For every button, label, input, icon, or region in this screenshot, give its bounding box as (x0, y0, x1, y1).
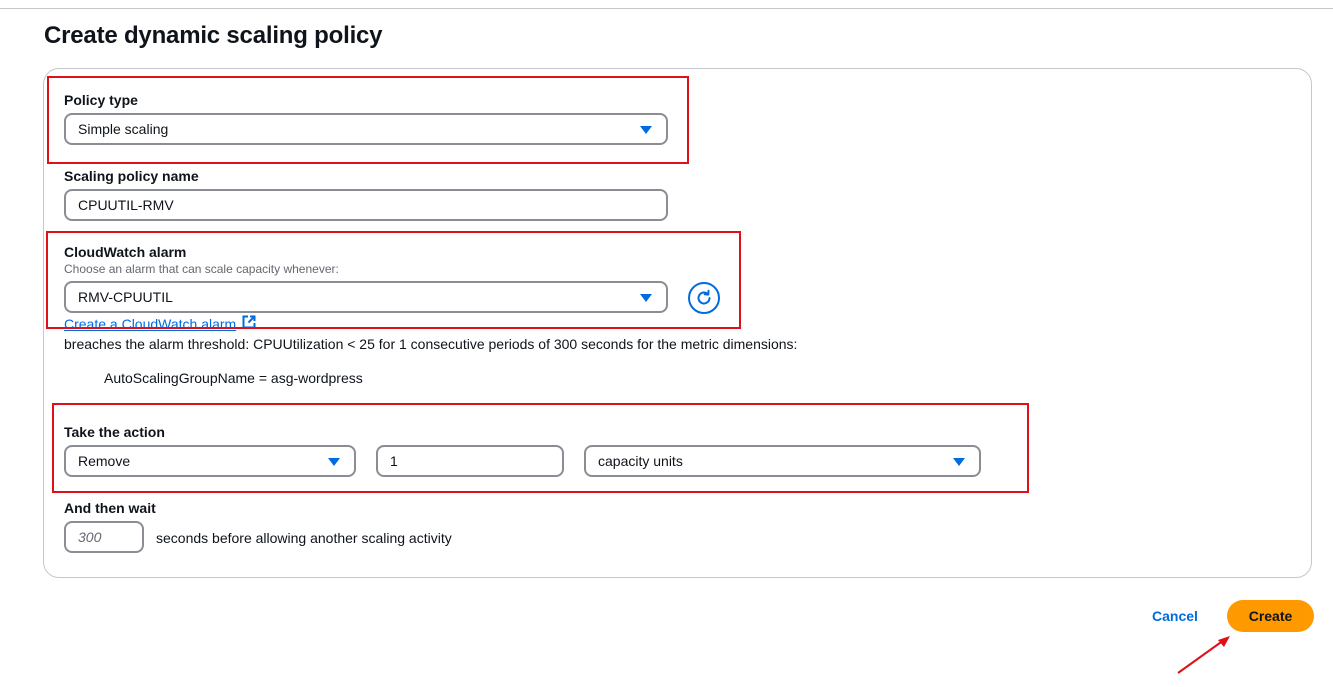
alarm-dimension: AutoScalingGroupName = asg-wordpress (104, 370, 363, 386)
policy-name-input[interactable]: CPUUTIL-RMV (64, 189, 668, 221)
policy-name-label: Scaling policy name (64, 168, 199, 184)
take-action-label: Take the action (64, 424, 165, 440)
annotation-arrow-icon (1177, 636, 1230, 674)
cloudwatch-alarm-label: CloudWatch alarm (64, 244, 187, 260)
create-cloudwatch-alarm-link[interactable]: Create a CloudWatch alarm (64, 316, 236, 332)
wait-seconds-input[interactable]: 300 (64, 521, 144, 553)
refresh-alarms-button[interactable] (688, 282, 720, 314)
caret-down-icon (328, 458, 340, 466)
action-operation-select[interactable]: Remove (64, 445, 356, 477)
action-unit-select[interactable]: capacity units (584, 445, 981, 477)
action-unit-value: capacity units (598, 453, 683, 469)
wait-label: And then wait (64, 500, 156, 516)
caret-down-icon (640, 294, 652, 302)
page-title: Create dynamic scaling policy (44, 22, 383, 49)
policy-type-label: Policy type (64, 92, 138, 108)
alarm-breach-description: breaches the alarm threshold: CPUUtiliza… (64, 336, 798, 352)
create-button[interactable]: Create (1227, 600, 1314, 632)
wait-suffix: seconds before allowing another scaling … (156, 530, 452, 546)
action-operation-value: Remove (78, 453, 131, 469)
caret-down-icon (640, 126, 652, 134)
action-amount-input[interactable]: 1 (376, 445, 564, 477)
policy-type-select[interactable]: Simple scaling (64, 113, 668, 145)
external-link-icon[interactable] (242, 315, 256, 329)
top-divider (0, 8, 1333, 9)
cloudwatch-alarm-value: RMV-CPUUTIL (78, 289, 173, 305)
cloudwatch-alarm-select[interactable]: RMV-CPUUTIL (64, 281, 668, 313)
cancel-button[interactable]: Cancel (1140, 602, 1210, 630)
policy-type-value: Simple scaling (78, 121, 169, 137)
cloudwatch-alarm-description: Choose an alarm that can scale capacity … (64, 262, 339, 276)
refresh-icon (697, 289, 711, 305)
caret-down-icon (953, 458, 965, 466)
